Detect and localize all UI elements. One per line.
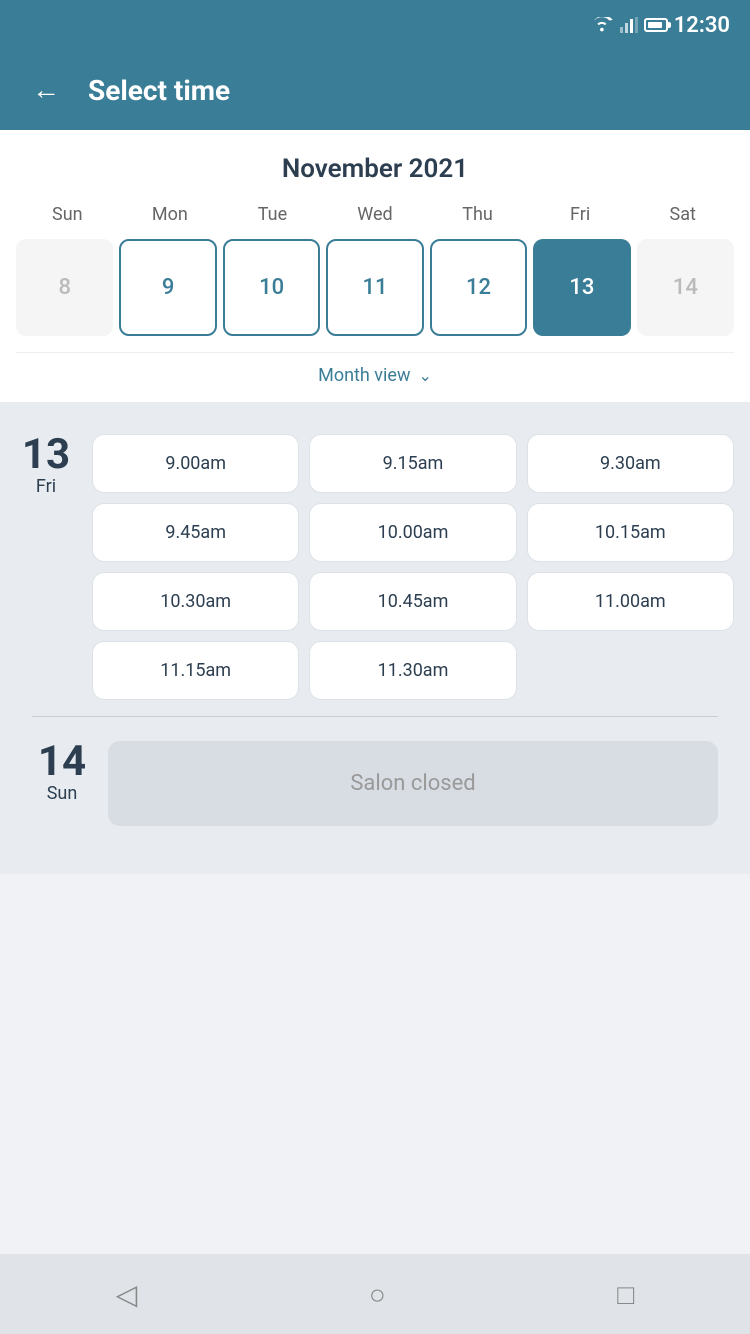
weekday-fri: Fri <box>529 204 632 225</box>
month-view-label: Month view <box>318 365 410 386</box>
day-number-14: 14 <box>32 741 92 783</box>
status-bar: 12:30 <box>0 0 750 50</box>
day-13[interactable]: 13 <box>533 239 630 336</box>
time-slot-1100am[interactable]: 11.00am <box>527 572 734 631</box>
weekday-wed: Wed <box>324 204 427 225</box>
month-view-toggle[interactable]: Month view ⌄ <box>16 352 734 402</box>
weekday-tue: Tue <box>221 204 324 225</box>
status-time: 12:30 <box>674 13 730 38</box>
nav-back-icon[interactable]: ◁ <box>116 1278 138 1311</box>
day-number-13: 13 <box>16 434 76 476</box>
nav-apps-icon[interactable]: □ <box>617 1278 634 1311</box>
status-icons: 12:30 <box>592 13 730 38</box>
day-row: 8 9 10 11 12 13 14 <box>16 235 734 352</box>
nav-home-icon[interactable]: ○ <box>369 1278 386 1311</box>
day-label-13: 13 Fri <box>16 434 76 497</box>
signal-icon <box>620 17 638 33</box>
time-slot-900am[interactable]: 9.00am <box>92 434 299 493</box>
time-slot-1045am[interactable]: 10.45am <box>309 572 516 631</box>
schedule-section: 13 Fri 9.00am 9.15am 9.30am 9.45am 10.00… <box>0 402 750 874</box>
day-12[interactable]: 12 <box>430 239 527 336</box>
weekday-row: Sun Mon Tue Wed Thu Fri Sat <box>16 204 734 225</box>
battery-icon <box>644 18 668 32</box>
time-slot-1030am[interactable]: 10.30am <box>92 572 299 631</box>
nav-bar: ◁ ○ □ <box>0 1254 750 1334</box>
day-9[interactable]: 9 <box>119 239 216 336</box>
time-slot-1130am[interactable]: 11.30am <box>309 641 516 700</box>
weekday-mon: Mon <box>119 204 222 225</box>
weekday-sun: Sun <box>16 204 119 225</box>
day-14: 14 <box>637 239 734 336</box>
time-slot-1015am[interactable]: 10.15am <box>527 503 734 562</box>
day-block-13: 13 Fri 9.00am 9.15am 9.30am 9.45am 10.00… <box>16 418 734 716</box>
month-year-title: November 2021 <box>16 154 734 184</box>
header-title: Select time <box>88 74 230 107</box>
day-name-sun: Sun <box>32 783 92 804</box>
day-block-14: 14 Sun Salon closed <box>16 717 734 850</box>
time-slot-930am[interactable]: 9.30am <box>527 434 734 493</box>
day-label-14: 14 Sun <box>32 741 92 804</box>
header: ← Select time <box>0 50 750 130</box>
day-8: 8 <box>16 239 113 336</box>
chevron-down-icon: ⌄ <box>418 366 431 385</box>
time-slots-grid-13: 9.00am 9.15am 9.30am 9.45am 10.00am 10.1… <box>92 434 734 700</box>
salon-closed-message: Salon closed <box>108 741 718 826</box>
day-10[interactable]: 10 <box>223 239 320 336</box>
day-name-fri: Fri <box>16 476 76 497</box>
time-slot-915am[interactable]: 9.15am <box>309 434 516 493</box>
time-slot-945am[interactable]: 9.45am <box>92 503 299 562</box>
time-slot-1115am[interactable]: 11.15am <box>92 641 299 700</box>
wifi-icon <box>592 17 614 33</box>
calendar-section: November 2021 Sun Mon Tue Wed Thu Fri Sa… <box>0 130 750 402</box>
back-button[interactable]: ← <box>24 70 68 110</box>
weekday-thu: Thu <box>426 204 529 225</box>
time-slot-1000am[interactable]: 10.00am <box>309 503 516 562</box>
day-11[interactable]: 11 <box>326 239 423 336</box>
weekday-sat: Sat <box>631 204 734 225</box>
